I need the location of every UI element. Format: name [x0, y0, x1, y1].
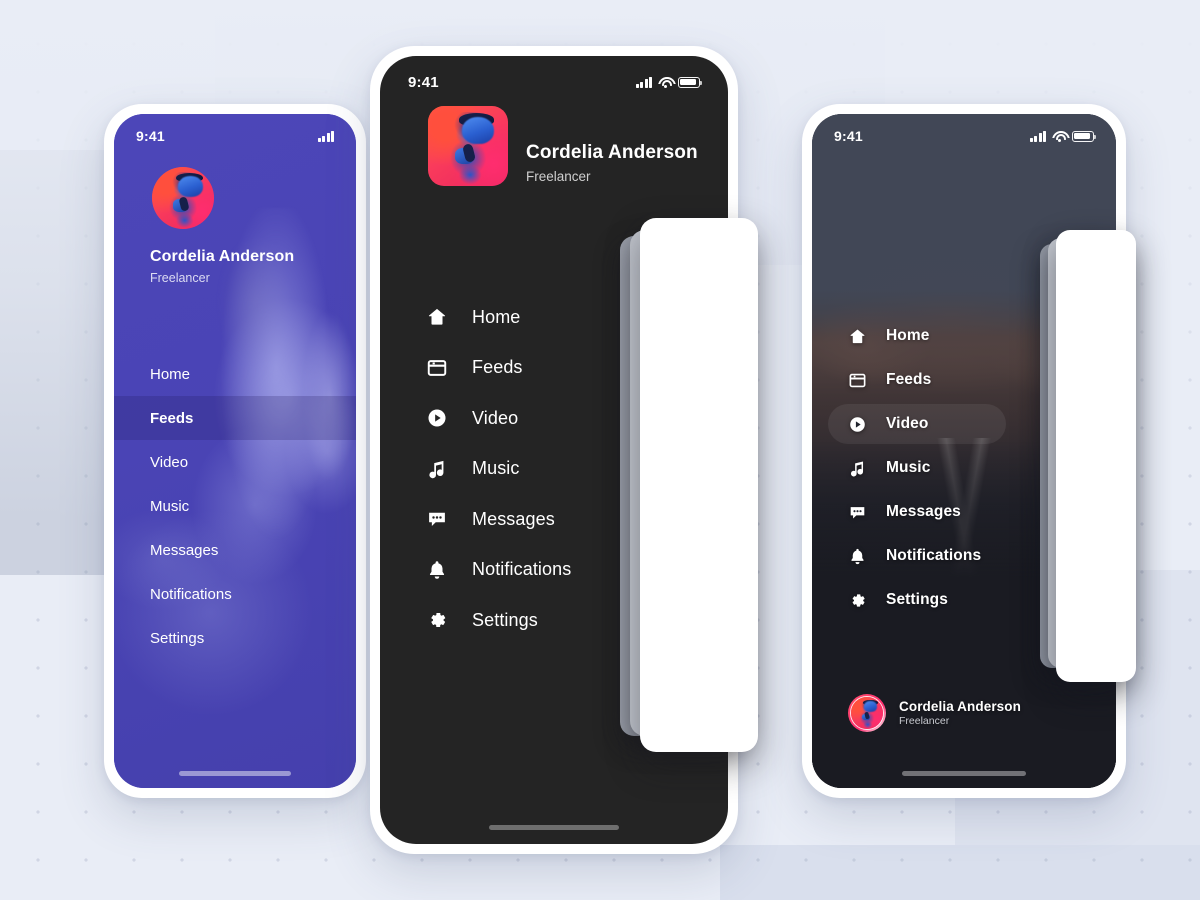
sidebar-item-label: Video — [472, 407, 519, 428]
sidebar-item-label: Video — [150, 453, 189, 471]
battery-icon — [678, 76, 703, 88]
sidebar-item-label: Video — [886, 415, 929, 432]
sidebar-item-label: Settings — [472, 609, 538, 630]
status-icons — [635, 76, 703, 88]
sidebar-item-label: Feeds — [150, 409, 194, 427]
sidebar-item-label: Settings — [150, 629, 205, 647]
profile-name: Cordelia Anderson — [899, 699, 1021, 714]
user-avatar-photo — [851, 697, 883, 729]
card-front[interactable] — [640, 218, 758, 752]
wifi-icon — [1052, 131, 1066, 142]
sidebar-item-label: Home — [150, 365, 191, 383]
sidebar-item-notifications[interactable]: Notifications — [114, 572, 356, 616]
profile-role: Freelancer — [150, 271, 210, 285]
phone-mockup-left: 9:41 Cordelia Anderson Freelancer Home F… — [104, 104, 366, 798]
status-time: 9:41 — [136, 128, 165, 144]
feeds-window-icon — [848, 371, 867, 390]
status-icons — [1029, 130, 1097, 142]
notifications-bell-icon — [848, 547, 867, 566]
sidebar-item-label: Home — [472, 306, 521, 327]
sidebar-item-label: Notifications — [472, 559, 572, 580]
status-bar-right: 9:41 — [812, 114, 1116, 158]
settings-gear-icon — [426, 609, 448, 631]
video-play-circle-icon — [426, 407, 448, 429]
avatar[interactable] — [152, 167, 214, 229]
sidebar-item-label: Notifications — [150, 585, 232, 603]
signal-bars-icon — [635, 76, 652, 88]
sidebar-item-home[interactable]: Home — [114, 352, 356, 396]
feeds-window-icon — [426, 357, 448, 379]
signal-bars-icon — [1029, 130, 1046, 142]
sidebar-item-label: Feeds — [886, 371, 932, 388]
video-play-circle-icon — [848, 415, 867, 434]
home-indicator — [489, 825, 619, 830]
sidebar-item-feeds[interactable]: Feeds — [114, 396, 356, 440]
sidebar-item-label: Home — [886, 327, 930, 344]
avatar[interactable] — [428, 106, 508, 186]
artboard: 9:41 Cordelia Anderson Freelancer Home F… — [0, 0, 1200, 900]
user-avatar-photo — [428, 106, 508, 186]
messages-chat-bubble-icon — [426, 508, 448, 530]
home-indicator — [179, 771, 291, 776]
profile-text: Cordelia Anderson Freelancer — [899, 699, 1021, 727]
status-bar-center: 9:41 — [380, 56, 728, 108]
sidebar-item-label: Messages — [472, 508, 555, 529]
battery-icon — [1072, 130, 1097, 142]
status-icons — [317, 130, 334, 142]
messages-chat-bubble-icon — [848, 503, 867, 522]
profile-role: Freelancer — [899, 715, 950, 727]
profile-role: Freelancer — [526, 169, 591, 184]
status-time: 9:41 — [834, 128, 863, 144]
sidebar-item-music[interactable]: Music — [114, 484, 356, 528]
signal-bars-icon — [317, 130, 334, 142]
card-front[interactable] — [1056, 230, 1136, 682]
home-indicator — [902, 771, 1026, 776]
sidebar-item-messages[interactable]: Messages — [114, 528, 356, 572]
sidebar-item-label: Settings — [886, 591, 948, 608]
sidebar-item-settings[interactable]: Settings — [114, 616, 356, 660]
sidebar-item-label: Music — [150, 497, 190, 515]
profile-name: Cordelia Anderson — [150, 248, 295, 265]
settings-gear-icon — [848, 591, 867, 610]
sidebar-item-video[interactable]: Video — [114, 440, 356, 484]
status-time: 9:41 — [408, 73, 439, 91]
sidebar-item-label: Notifications — [886, 547, 982, 564]
sidebar-item-label: Messages — [150, 541, 219, 559]
status-bar-left: 9:41 — [114, 114, 356, 158]
profile-name: Cordelia Anderson — [526, 142, 698, 163]
wifi-icon — [658, 77, 672, 88]
user-avatar-photo — [152, 167, 214, 229]
music-note-icon — [426, 458, 448, 480]
nav-menu-left: Home Feeds Video Music Messages Notifica… — [114, 352, 356, 660]
sidebar-item-label: Feeds — [472, 357, 523, 378]
sidebar-item-label: Messages — [886, 503, 961, 520]
sidebar-item-label: Music — [886, 459, 931, 476]
profile-footer[interactable]: Cordelia Anderson Freelancer — [848, 694, 1021, 732]
sidebar-item-label: Music — [472, 458, 520, 479]
home-icon — [848, 327, 867, 346]
notifications-bell-icon — [426, 559, 448, 581]
music-note-icon — [848, 459, 867, 478]
screen-left: 9:41 Cordelia Anderson Freelancer Home F… — [114, 114, 356, 788]
home-icon — [426, 306, 448, 328]
avatar[interactable] — [848, 694, 886, 732]
